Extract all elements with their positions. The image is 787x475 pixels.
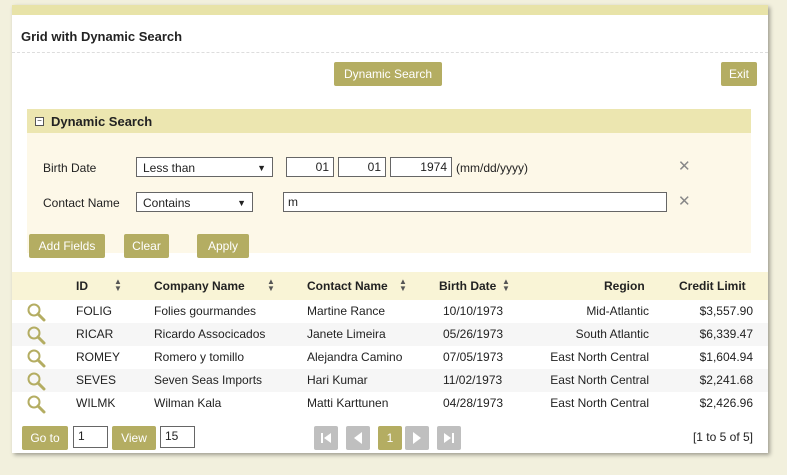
cell-credit-limit: $2,426.96 [699, 396, 753, 410]
record-summary: [1 to 5 of 5] [692, 430, 753, 444]
first-page-button[interactable] [314, 426, 338, 450]
last-page-icon [444, 433, 454, 443]
cell-company: Folies gourmandes [154, 304, 257, 318]
cell-id: FOLIG [76, 304, 113, 318]
contact-name-input[interactable]: m [283, 192, 667, 212]
cell-credit-limit: $3,557.90 [699, 304, 753, 318]
cell-id: RICAR [76, 327, 114, 341]
exit-button[interactable]: Exit [721, 62, 757, 86]
cell-region: East North Central [550, 373, 649, 387]
magnifier-icon[interactable] [26, 394, 46, 414]
date-format-hint: (mm/dd/yyyy) [456, 161, 528, 175]
cell-birth-date: 04/28/1973 [443, 396, 504, 410]
cell-contact: Martine Rance [307, 304, 386, 318]
view-button[interactable]: View [112, 426, 156, 450]
cell-id: WILMK [76, 396, 116, 410]
cell-region: East North Central [550, 350, 649, 364]
cell-company: Seven Seas Imports [154, 373, 263, 387]
cell-contact: Matti Karttunen [307, 396, 389, 410]
apply-button[interactable]: Apply [197, 234, 249, 258]
grid-header: ID ▲ ▼ Company Name ▲ ▼ Contact Name ▲ ▼ Bi… [12, 272, 768, 300]
page-title: Grid with Dynamic Search [21, 29, 183, 44]
cell-contact: Hari Kumar [307, 373, 368, 387]
sort-id-icon[interactable]: ▲ ▼ [114, 278, 122, 293]
contact-name-operator-value: Contains [143, 196, 191, 210]
table-row[interactable]: RICAR Ricardo Associcados Janete Limeira… [12, 323, 768, 346]
cell-region: Mid-Atlantic [586, 304, 649, 318]
current-page-button[interactable]: 1 [378, 426, 402, 450]
cell-credit-limit: $2,241.68 [699, 373, 753, 387]
dropdown-arrow-icon: ▼ [257, 163, 266, 173]
magnifier-icon[interactable] [26, 371, 46, 391]
column-header-region: Region [604, 279, 645, 293]
column-header-birth-date[interactable]: Birth Date [439, 279, 496, 293]
next-page-icon [413, 432, 421, 444]
dropdown-arrow-icon: ▼ [237, 198, 246, 208]
table-row[interactable]: ROMEY Romero y tomillo Alejandra Camino … [12, 346, 768, 369]
grid-panel: Grid with Dynamic Search Dynamic Search … [12, 5, 768, 453]
next-page-button[interactable] [405, 426, 429, 450]
last-page-button[interactable] [437, 426, 461, 450]
add-fields-button[interactable]: Add Fields [29, 234, 105, 258]
birth-date-operator-value: Less than [143, 161, 196, 175]
title-divider [12, 52, 768, 53]
dynamic-search-header[interactable]: − Dynamic Search [27, 109, 751, 133]
dynamic-search-button[interactable]: Dynamic Search [334, 62, 442, 86]
go-to-page-input[interactable]: 1 [73, 426, 108, 448]
page-size-input[interactable]: 15 [160, 426, 195, 448]
birth-month-input[interactable]: 01 [286, 157, 334, 177]
contact-name-operator-select[interactable]: Contains ▼ [136, 192, 253, 212]
column-header-company[interactable]: Company Name [154, 279, 245, 293]
cell-company: Wilman Kala [154, 396, 222, 410]
cell-credit-limit: $1,604.94 [699, 350, 753, 364]
table-row[interactable]: FOLIG Folies gourmandes Martine Rance 10… [12, 300, 768, 323]
remove-contact-name-icon[interactable]: ✕ [678, 192, 691, 210]
magnifier-icon[interactable] [26, 325, 46, 345]
cell-credit-limit: $6,339.47 [699, 327, 753, 341]
magnifier-icon[interactable] [26, 348, 46, 368]
birth-day-input[interactable]: 01 [338, 157, 386, 177]
cell-region: South Atlantic [575, 327, 649, 341]
sort-contact-icon[interactable]: ▲ ▼ [399, 278, 407, 293]
column-header-id[interactable]: ID [76, 279, 88, 293]
go-to-button[interactable]: Go to [22, 426, 68, 450]
birth-date-operator-select[interactable]: Less than ▼ [136, 157, 273, 177]
dynamic-search-section: − Dynamic Search Birth Date Less than ▼ … [27, 109, 751, 258]
birth-year-input[interactable]: 1974 [390, 157, 452, 177]
remove-birth-date-icon[interactable]: ✕ [678, 157, 691, 175]
first-page-icon [321, 433, 331, 443]
cell-contact: Alejandra Camino [307, 350, 403, 364]
cell-birth-date: 05/26/1973 [443, 327, 504, 341]
cell-contact: Janete Limeira [307, 327, 386, 341]
cell-id: ROMEY [76, 350, 121, 364]
collapse-icon[interactable]: − [35, 117, 44, 126]
table-row[interactable]: WILMK Wilman Kala Matti Karttunen 04/28/… [12, 392, 768, 415]
sort-birth-date-icon[interactable]: ▲ ▼ [502, 278, 510, 293]
clear-button[interactable]: Clear [124, 234, 169, 258]
cell-id: SEVES [76, 373, 117, 387]
dynamic-search-title: Dynamic Search [51, 114, 153, 129]
cell-company: Ricardo Associcados [154, 327, 266, 341]
cell-region: East North Central [550, 396, 649, 410]
cell-company: Romero y tomillo [154, 350, 245, 364]
table-row[interactable]: SEVES Seven Seas Imports Hari Kumar 11/0… [12, 369, 768, 392]
contact-name-label: Contact Name [43, 196, 120, 210]
cell-birth-date: 10/10/1973 [443, 304, 504, 318]
previous-page-icon [354, 432, 362, 444]
previous-page-button[interactable] [346, 426, 370, 450]
cell-birth-date: 11/02/1973 [443, 373, 503, 387]
column-header-credit-limit: Credit Limit [679, 279, 746, 293]
birth-date-label: Birth Date [43, 161, 97, 175]
magnifier-icon[interactable] [26, 302, 46, 322]
panel-top-bar [12, 5, 768, 15]
sort-company-icon[interactable]: ▲ ▼ [267, 278, 275, 293]
cell-birth-date: 07/05/1973 [443, 350, 504, 364]
column-header-contact[interactable]: Contact Name [307, 279, 388, 293]
